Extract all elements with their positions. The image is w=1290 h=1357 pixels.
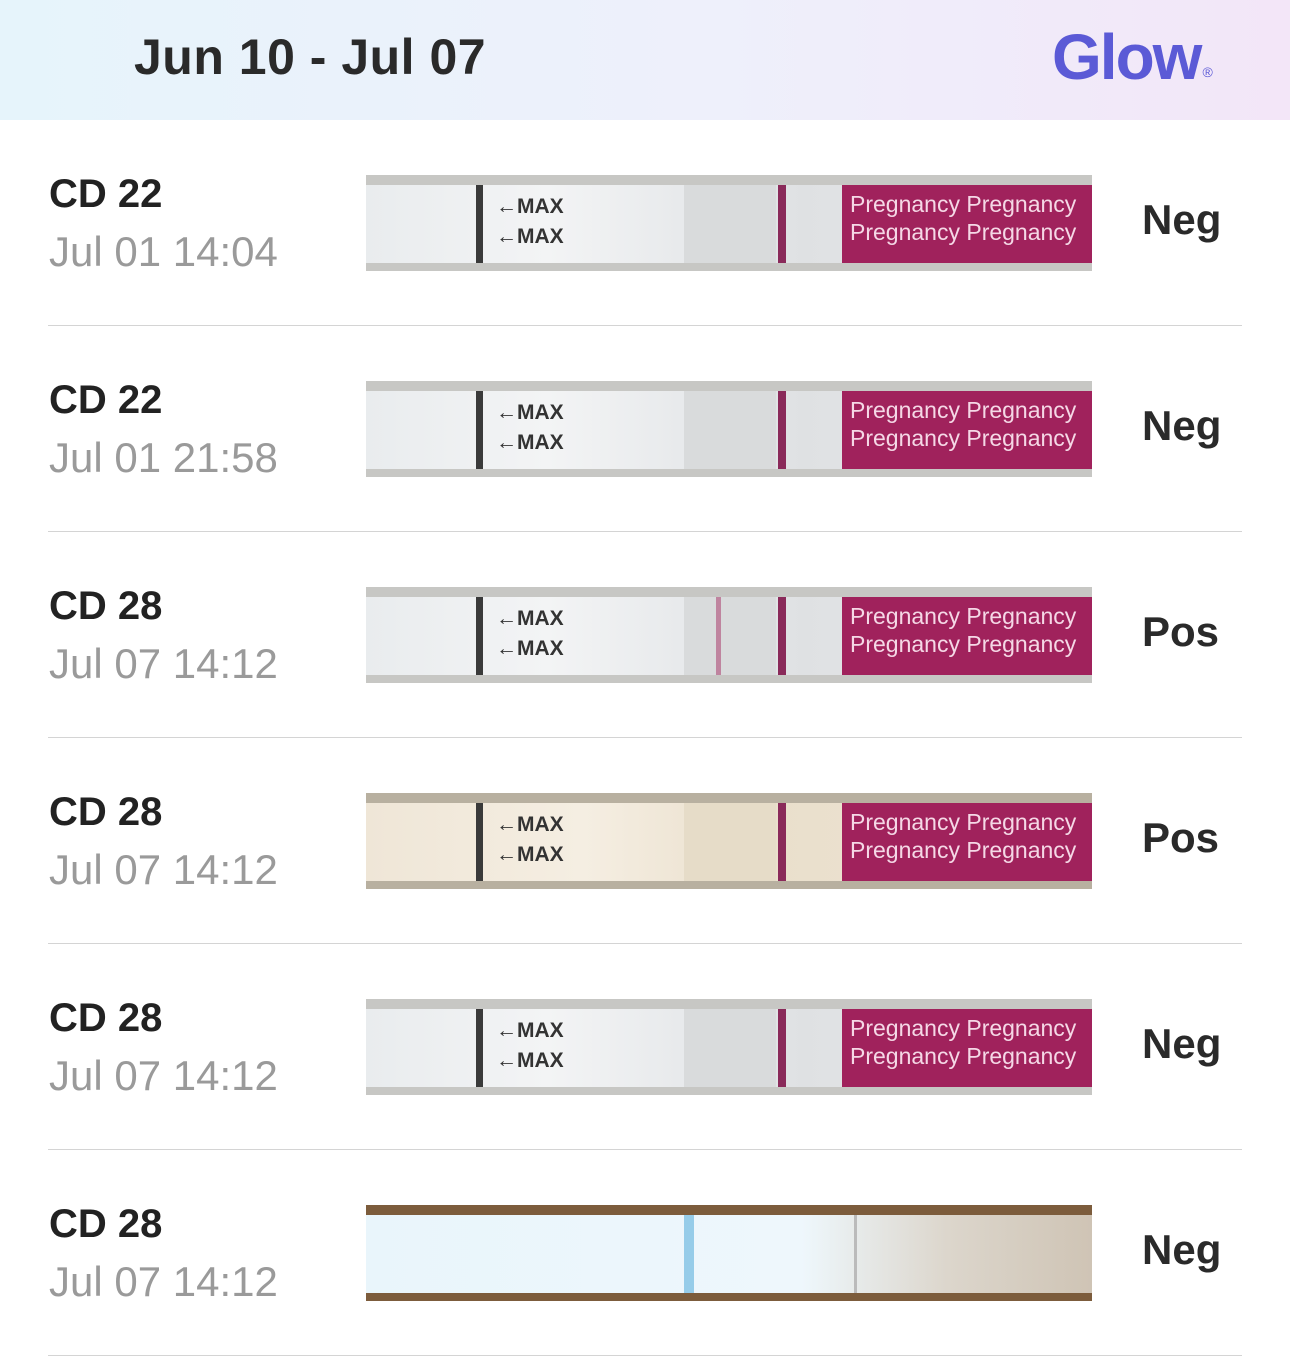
strip-control-line [778, 597, 786, 675]
test-row[interactable]: CD 28 Jul 07 14:12 ←MAX ←MAX Pregnancy Pregn… [0, 532, 1290, 738]
strip-pregnancy-text: Pregnancy Pregnancy [850, 603, 1077, 629]
strip-test-line [716, 185, 721, 263]
test-strip-photo[interactable]: ←MAX ←MAX Pregnancy Pregnancy Pregnancy Pre… [366, 999, 1092, 1095]
strip-brand-label: Pregnancy Pregnancy Pregnancy Pregnancy [842, 391, 1092, 469]
strip-control-line [778, 1009, 786, 1087]
test-result-label: Pos [1142, 814, 1220, 861]
test-result-label: Neg [1142, 1020, 1222, 1067]
strip-pregnancy-text: Pregnancy Pregnancy [850, 1015, 1077, 1041]
cycle-day-label: CD 28 [49, 1202, 163, 1246]
test-timestamp: Jul 07 14:12 [49, 846, 278, 893]
strip-control-line [778, 391, 786, 469]
cycle-day-label: CD 28 [49, 790, 163, 834]
date-range-title: Jun 10 - Jul 07 [134, 29, 487, 85]
test-timestamp: Jul 07 14:12 [49, 640, 278, 687]
strip-result-window [684, 391, 776, 469]
strip-test-line [716, 597, 721, 675]
test-strip-photo[interactable]: ←MAX ←MAX Pregnancy Pregnancy Pregnancy Pre… [366, 381, 1092, 477]
strip-pregnancy-text: Pregnancy Pregnancy [850, 809, 1077, 835]
cycle-day-label: CD 28 [49, 584, 163, 628]
test-strip-photo[interactable]: ←MAX ←MAX Pregnancy Pregnancy Pregnancy Pre… [366, 587, 1092, 683]
strip-max-label: ←MAX [496, 195, 564, 218]
strip-pregnancy-text: Pregnancy Pregnancy [850, 1043, 1077, 1069]
test-timestamp: Jul 07 14:12 [49, 1258, 278, 1305]
strip-result-window [684, 1009, 776, 1087]
strip-result-window [684, 803, 776, 881]
test-strip-photo[interactable]: ←MAX ←MAX Pregnancy Pregnancy Pregnancy Pre… [366, 175, 1092, 271]
strip-body: ←MAX ←MAX Pregnancy Pregnancy Pregnancy Pre… [366, 1009, 1092, 1087]
strip-max-label: ←MAX [496, 1049, 564, 1072]
strip-brand-label: Pregnancy Pregnancy Pregnancy Pregnancy [842, 185, 1092, 263]
strip-test-line [684, 1215, 694, 1293]
test-row[interactable]: CD 28 Jul 07 14:12 ←MAX ←MAX Pregnancy Pregn… [0, 944, 1290, 1150]
strip-brand-label: Pregnancy Pregnancy Pregnancy Pregnancy [842, 1009, 1092, 1087]
strip-max-label: ←MAX [496, 431, 564, 454]
strip-brand-label: Pregnancy Pregnancy Pregnancy Pregnancy [842, 597, 1092, 675]
test-row[interactable]: CD 22 Jul 01 21:58 ←MAX ←MAX Pregnancy Pregn… [0, 326, 1290, 532]
strip-max-label: ←MAX [496, 225, 564, 248]
cycle-day-label: CD 22 [49, 172, 163, 216]
test-timestamp: Jul 01 14:04 [49, 228, 278, 275]
strip-pregnancy-text: Pregnancy Pregnancy [850, 397, 1077, 423]
strip-max-line [476, 185, 483, 263]
strip-max-line [476, 1009, 483, 1087]
strip-test-line [716, 803, 721, 881]
strip-test-line [716, 1009, 721, 1087]
strip-brand-label: Pregnancy Pregnancy Pregnancy Pregnancy [842, 803, 1092, 881]
strip-pregnancy-text: Pregnancy Pregnancy [850, 191, 1077, 217]
strip-max-label: ←MAX [496, 1019, 564, 1042]
test-row[interactable]: CD 22 Jul 01 14:04 ←MAX ←MAX Pregnancy Pregn… [0, 120, 1290, 326]
test-result-label: Pos [1142, 608, 1220, 655]
strip-pregnancy-text: Pregnancy Pregnancy [850, 837, 1077, 863]
strip-body: ←MAX ←MAX Pregnancy Pregnancy Pregnancy Pre… [366, 391, 1092, 469]
cycle-day-label: CD 22 [49, 378, 163, 422]
test-timestamp: Jul 01 21:58 [49, 434, 278, 481]
test-timestamp: Jul 07 14:12 [49, 1052, 278, 1099]
strip-result-window [684, 185, 776, 263]
header-bar: Jun 10 - Jul 07 Glow ® [0, 0, 1290, 120]
strip-pregnancy-text: Pregnancy Pregnancy [850, 219, 1077, 245]
strip-max-label: ←MAX [496, 637, 564, 660]
strip-body: ←MAX ←MAX Pregnancy Pregnancy Pregnancy Pre… [366, 803, 1092, 881]
strip-result-window [684, 597, 776, 675]
brand-name: Glow [1052, 21, 1202, 93]
strip-max-label: ←MAX [496, 401, 564, 424]
strip-control-line [778, 185, 786, 263]
strip-max-line [476, 803, 483, 881]
strip-max-label: ←MAX [496, 843, 564, 866]
strip-body: ←MAX ←MAX Pregnancy Pregnancy Pregnancy Pre… [366, 185, 1092, 263]
strip-pregnancy-text: Pregnancy Pregnancy [850, 631, 1077, 657]
strip-test-line [716, 391, 721, 469]
test-result-label: Neg [1142, 402, 1222, 449]
strip-body: ←MAX ←MAX Pregnancy Pregnancy Pregnancy Pre… [366, 597, 1092, 675]
strip-faint-line [854, 1215, 857, 1293]
strip-max-label: ←MAX [496, 813, 564, 836]
test-strip-photo[interactable] [366, 1205, 1092, 1301]
cycle-day-label: CD 28 [49, 996, 163, 1040]
strip-max-line [476, 391, 483, 469]
registered-mark: ® [1202, 64, 1213, 80]
test-row[interactable]: CD 28 Jul 07 14:12 Neg [0, 1150, 1290, 1356]
test-result-label: Neg [1142, 196, 1222, 243]
test-result-label: Neg [1142, 1226, 1222, 1273]
strip-pregnancy-text: Pregnancy Pregnancy [850, 425, 1077, 451]
strip-max-line [476, 597, 483, 675]
row-divider [48, 1355, 1242, 1356]
test-row[interactable]: CD 28 Jul 07 14:12 ←MAX ←MAX Pregnancy Pregn… [0, 738, 1290, 944]
strip-max-label: ←MAX [496, 607, 564, 630]
test-strip-photo[interactable]: ←MAX ←MAX Pregnancy Pregnancy Pregnancy Pre… [366, 793, 1092, 889]
glow-logo: Glow ® [1052, 20, 1213, 94]
strip-control-line [778, 803, 786, 881]
strip-body [366, 1215, 1092, 1293]
